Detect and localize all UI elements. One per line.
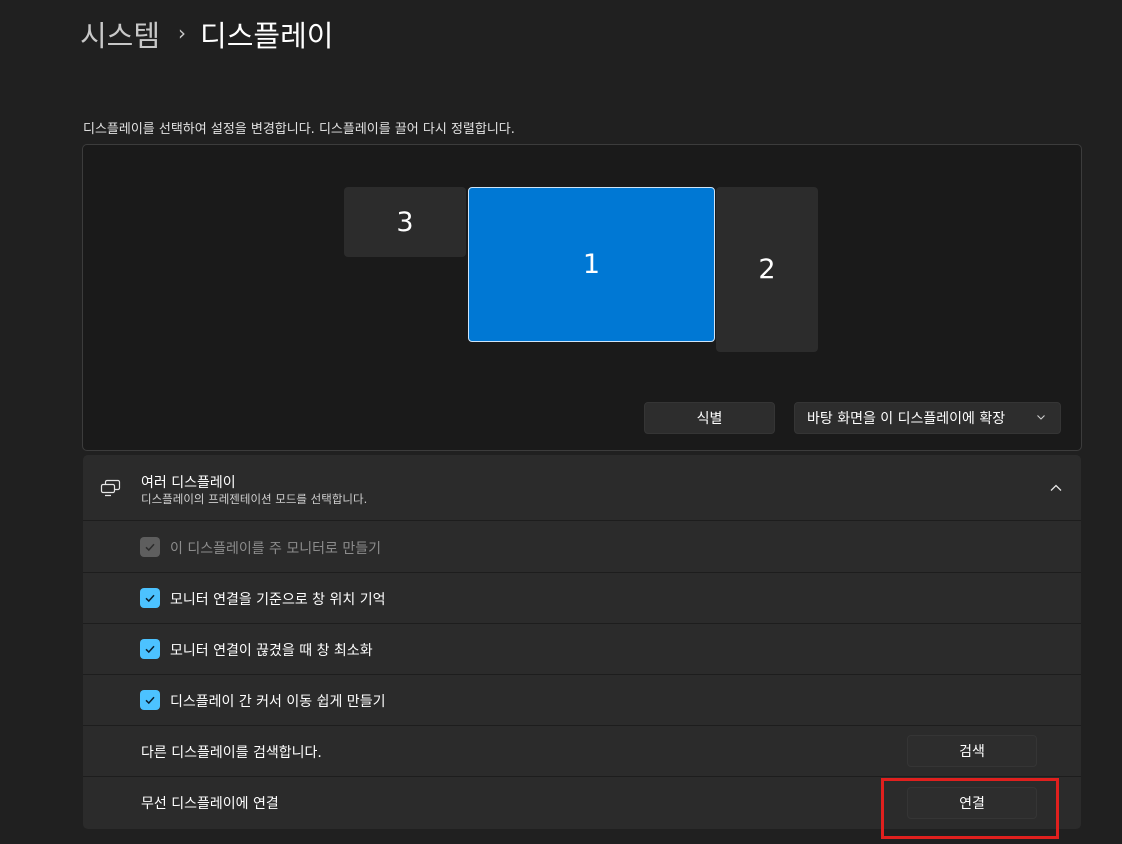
monitor-1-label: 1 bbox=[582, 249, 601, 280]
multiple-displays-panel: 여러 디스플레이 디스플레이의 프레젠테이션 모드를 선택합니다. 이 디스플레… bbox=[83, 455, 1081, 829]
minimize-windows-label: 모니터 연결이 끊겼을 때 창 최소화 bbox=[170, 643, 373, 659]
multiple-displays-header[interactable]: 여러 디스플레이 디스플레이의 프레젠테이션 모드를 선택합니다. bbox=[83, 455, 1081, 521]
chevron-up-icon[interactable] bbox=[1049, 483, 1063, 493]
arrangement-description: 디스플레이를 선택하여 설정을 변경합니다. 디스플레이를 끌어 다시 정렬합니… bbox=[83, 122, 515, 137]
remember-window-positions-label: 모니터 연결을 기준으로 창 위치 기억 bbox=[170, 592, 386, 608]
multiple-displays-title: 여러 디스플레이 bbox=[141, 475, 236, 491]
breadcrumb-system-link[interactable]: 시스템 bbox=[80, 13, 160, 55]
option-row-main-display: 이 디스플레이를 주 모니터로 만들기 bbox=[83, 522, 1081, 573]
cursor-movement-label: 디스플레이 간 커서 이동 쉽게 만들기 bbox=[170, 694, 386, 710]
main-display-label: 이 디스플레이를 주 모니터로 만들기 bbox=[170, 541, 381, 557]
identify-button[interactable]: 식별 bbox=[644, 402, 775, 434]
display-mode-dropdown[interactable]: 바탕 화면을 이 디스플레이에 확장 bbox=[794, 402, 1061, 434]
check-icon bbox=[145, 645, 155, 654]
monitor-2-label: 2 bbox=[758, 254, 776, 285]
connect-button[interactable]: 연결 bbox=[907, 787, 1037, 819]
display-arrangement-area: 3 1 2 식별 바탕 화면을 이 디스플레이에 확장 bbox=[82, 144, 1082, 451]
monitor-1[interactable]: 1 bbox=[468, 187, 715, 342]
remember-window-positions-checkbox[interactable] bbox=[140, 588, 160, 608]
check-icon bbox=[145, 543, 155, 552]
breadcrumb: 시스템 › 디스플레이 bbox=[80, 14, 333, 54]
option-row-remember-windows: 모니터 연결을 기준으로 창 위치 기억 bbox=[83, 573, 1081, 624]
option-row-minimize-windows: 모니터 연결이 끊겼을 때 창 최소화 bbox=[83, 624, 1081, 675]
check-icon bbox=[145, 696, 155, 705]
monitor-3-label: 3 bbox=[396, 206, 414, 238]
multiple-displays-subtitle: 디스플레이의 프레젠테이션 모드를 선택합니다. bbox=[141, 492, 368, 506]
detect-displays-row: 다른 디스플레이를 검색합니다. 검색 bbox=[83, 726, 1081, 777]
wireless-display-row: 무선 디스플레이에 연결 연결 bbox=[83, 777, 1081, 828]
main-display-checkbox[interactable] bbox=[140, 537, 160, 557]
detect-button[interactable]: 검색 bbox=[907, 735, 1037, 767]
monitor-2[interactable]: 2 bbox=[716, 187, 818, 352]
multiple-displays-icon bbox=[100, 479, 121, 497]
display-mode-value: 바탕 화면을 이 디스플레이에 확장 bbox=[807, 411, 1006, 427]
check-icon bbox=[145, 594, 155, 603]
detect-displays-label: 다른 디스플레이를 검색합니다. bbox=[141, 745, 322, 761]
cursor-movement-checkbox[interactable] bbox=[140, 690, 160, 710]
wireless-display-label: 무선 디스플레이에 연결 bbox=[141, 796, 279, 812]
page-title: 디스플레이 bbox=[200, 19, 334, 53]
monitor-3[interactable]: 3 bbox=[344, 187, 466, 257]
option-row-cursor-movement: 디스플레이 간 커서 이동 쉽게 만들기 bbox=[83, 675, 1081, 726]
chevron-down-icon bbox=[1037, 415, 1045, 420]
minimize-windows-checkbox[interactable] bbox=[140, 639, 160, 659]
breadcrumb-separator: › bbox=[178, 21, 187, 45]
